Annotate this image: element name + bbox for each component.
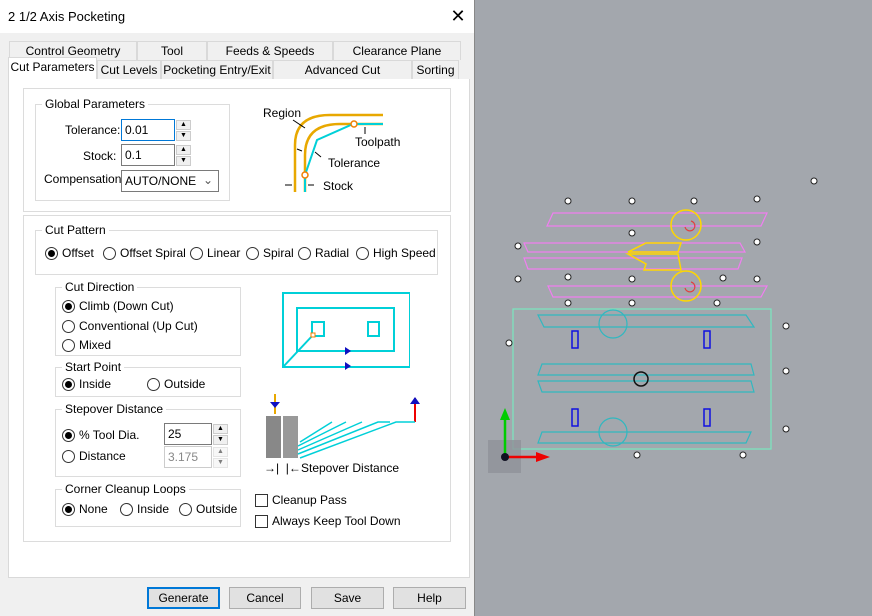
radio-offset[interactable]: Offset (45, 246, 94, 260)
offset-pattern-diagram (282, 292, 410, 370)
radio-tool-dia[interactable]: % Tool Dia. (62, 428, 139, 442)
pocketing-dialog: 2 1/2 Axis Pocketing ✕ Control Geometry … (0, 0, 475, 616)
global-parameters-title: Global Parameters (42, 97, 149, 111)
dialog-title: 2 1/2 Axis Pocketing (8, 9, 126, 24)
radio-start-inside[interactable]: Inside (62, 377, 111, 391)
tolerance-diagram-label: Tolerance (328, 156, 381, 170)
radio-offset-spiral[interactable]: Offset Spiral (103, 246, 186, 260)
radio-high-speed[interactable]: High Speed (356, 246, 436, 260)
stepover-arrows-icon: →| |← (264, 461, 301, 475)
tolerance-input[interactable]: 0.01 (121, 119, 175, 141)
control-points[interactable] (505, 177, 818, 459)
radio-cleanup-none[interactable]: None (62, 502, 108, 516)
pink-geometry (523, 212, 769, 298)
tab-advanced-cut-parameters[interactable]: Advanced Cut Parameters (273, 60, 412, 95)
corner-cleanup-title: Corner Cleanup Loops (62, 482, 189, 496)
stepover-diagram (266, 394, 420, 459)
toolpath-label: Toolpath (355, 135, 401, 149)
stock-input[interactable]: 0.1 (121, 144, 175, 166)
toolpath-geometry (537, 309, 756, 447)
tolerance-label: Tolerance: (65, 123, 121, 137)
chevron-down-icon: ⌄ (202, 173, 213, 187)
stock-boundary (512, 308, 772, 450)
cut-pattern-title: Cut Pattern (42, 223, 109, 237)
stock-label: Stock: (83, 149, 117, 163)
close-icon[interactable]: ✕ (446, 4, 470, 28)
cleanup-pass-checkbox[interactable]: Cleanup Pass (255, 493, 347, 507)
start-point-title: Start Point (62, 360, 125, 374)
tab-pocketing-entry-exit[interactable]: Pocketing Entry/Exit (161, 60, 273, 79)
selected-geometry[interactable] (625, 209, 702, 302)
save-button[interactable]: Save (311, 587, 384, 609)
cad-viewport[interactable] (476, 0, 872, 616)
region-label: Region (263, 106, 302, 120)
compensation-select[interactable]: AUTO/NONE ⌄ (121, 170, 219, 192)
cancel-button[interactable]: Cancel (229, 587, 301, 609)
stepover-title: Stepover Distance (62, 402, 167, 416)
axis-origin-icon (501, 453, 509, 461)
tab-cut-parameters[interactable]: Cut Parameters (8, 57, 97, 79)
tab-clearance-plane[interactable]: Clearance Plane (333, 41, 461, 60)
tool-dia-spinner[interactable]: ▲ ▼ (213, 424, 228, 446)
tolerance-spinner[interactable]: ▲ ▼ (176, 120, 191, 142)
radio-conventional[interactable]: Conventional (Up Cut) (62, 319, 198, 333)
title-bar: 2 1/2 Axis Pocketing ✕ (0, 0, 474, 33)
distance-input[interactable]: 3.175 (164, 446, 212, 468)
origin-circle (633, 371, 649, 387)
stepover-distance-label: Stepover Distance (301, 461, 400, 475)
generate-button[interactable]: Generate (147, 587, 220, 609)
compensation-label: Compensation: (44, 172, 125, 186)
compensation-value: AUTO/NONE (125, 174, 197, 188)
tab-tool[interactable]: Tool (137, 41, 207, 60)
tab-sorting[interactable]: Sorting (412, 60, 459, 79)
radio-climb[interactable]: Climb (Down Cut) (62, 299, 174, 313)
tool-dia-input[interactable]: 25 (164, 423, 212, 445)
tab-feeds-speeds[interactable]: Feeds & Speeds (207, 41, 333, 60)
stock-spinner[interactable]: ▲ ▼ (176, 145, 191, 167)
radio-cleanup-outside[interactable]: Outside (179, 502, 237, 516)
distance-spinner[interactable]: ▲ ▼ (213, 447, 228, 469)
radio-mixed[interactable]: Mixed (62, 338, 111, 352)
radio-distance[interactable]: Distance (62, 449, 126, 463)
always-keep-tool-down-checkbox[interactable]: Always Keep Tool Down (255, 514, 401, 528)
stock-diagram-label: Stock (323, 179, 354, 193)
radio-cleanup-inside[interactable]: Inside (120, 502, 169, 516)
radio-linear[interactable]: Linear (190, 246, 240, 260)
tab-cut-levels[interactable]: Cut Levels (97, 60, 161, 79)
radio-radial[interactable]: Radial (298, 246, 349, 260)
help-button[interactable]: Help (393, 587, 466, 609)
cut-direction-title: Cut Direction (62, 280, 138, 294)
radio-spiral[interactable]: Spiral (246, 246, 294, 260)
radio-start-outside[interactable]: Outside (147, 377, 205, 391)
